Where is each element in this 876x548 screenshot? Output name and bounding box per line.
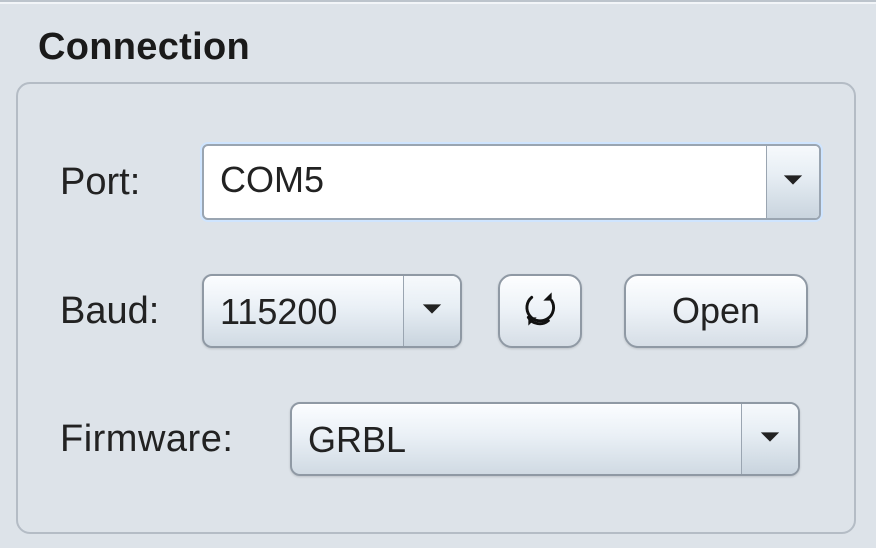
refresh-icon	[520, 289, 560, 334]
row-port: Port: COM5	[48, 144, 824, 220]
chevron-down-icon	[421, 302, 443, 321]
divider-top-highlight	[0, 2, 876, 4]
open-button[interactable]: Open	[624, 274, 808, 348]
firmware-select-value: GRBL	[292, 404, 741, 474]
port-select[interactable]: COM5	[202, 144, 821, 220]
row-firmware: Firmware: GRBL	[48, 402, 824, 476]
firmware-select[interactable]: GRBL	[290, 402, 800, 476]
row-baud: Baud: 115200 Open	[48, 274, 824, 348]
section-title: Connection	[32, 26, 256, 69]
refresh-button[interactable]	[498, 274, 582, 348]
port-select-arrow[interactable]	[766, 146, 819, 218]
baud-select-arrow[interactable]	[403, 276, 460, 346]
baud-select[interactable]: 115200	[202, 274, 462, 348]
chevron-down-icon	[782, 173, 804, 192]
firmware-select-arrow[interactable]	[741, 404, 798, 474]
label-port: Port:	[48, 161, 178, 204]
baud-select-value: 115200	[204, 276, 403, 346]
open-button-label: Open	[672, 290, 760, 332]
port-select-value: COM5	[204, 146, 766, 218]
label-baud: Baud:	[48, 290, 178, 333]
chevron-down-icon	[759, 430, 781, 449]
label-firmware: Firmware:	[48, 418, 266, 461]
connection-group: Port: COM5 Baud: 115200	[16, 82, 856, 534]
